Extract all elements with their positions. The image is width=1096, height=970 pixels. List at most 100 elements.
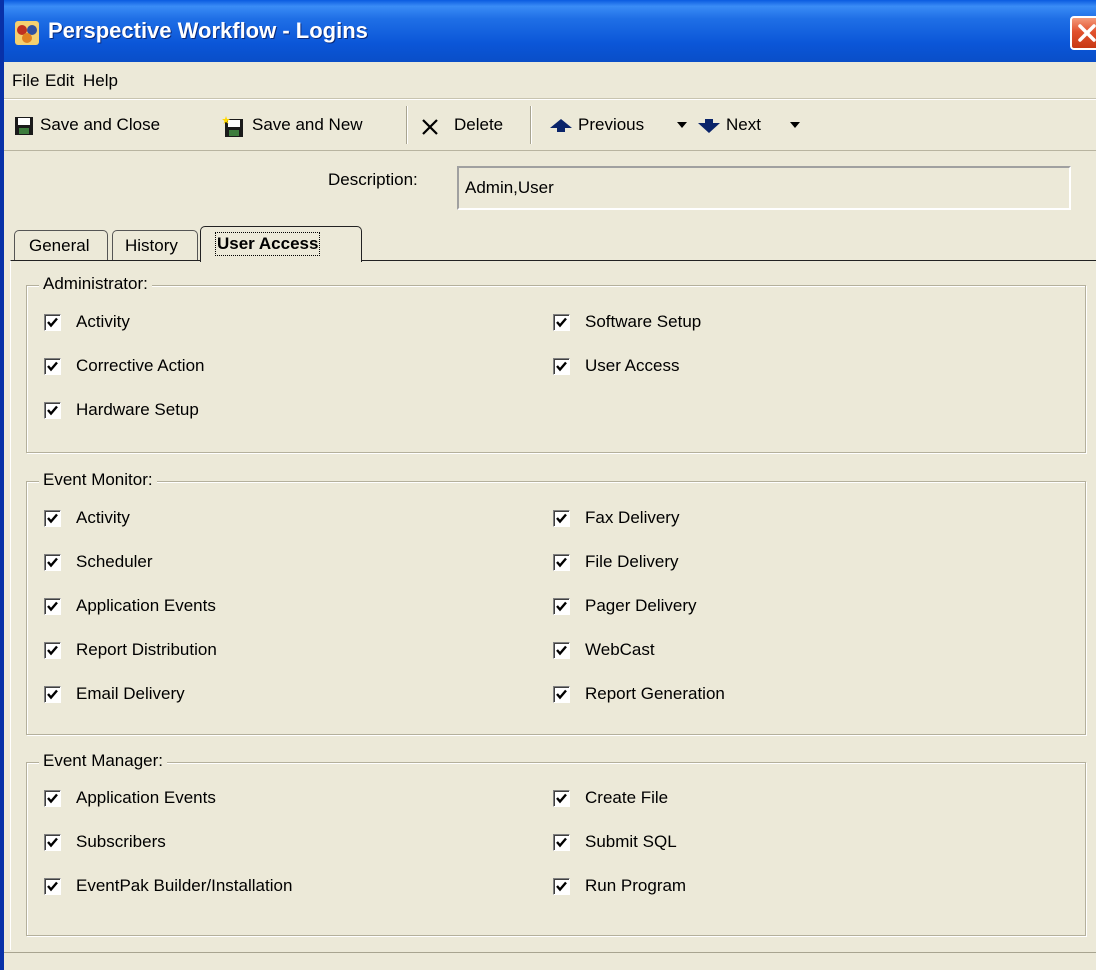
checkbox-label: Report Distribution	[76, 640, 217, 659]
next-button[interactable]: Next	[726, 115, 761, 135]
checkbox-box[interactable]	[553, 598, 570, 615]
menu-help[interactable]: Help	[83, 71, 118, 91]
status-bar	[4, 952, 1096, 970]
description-label: Description:	[328, 170, 418, 189]
dropdown-caret-icon[interactable]	[790, 122, 800, 130]
checkbox-box[interactable]	[44, 834, 61, 851]
checkbox-box[interactable]	[44, 510, 61, 527]
checkbox-label: Submit SQL	[585, 832, 677, 851]
checkbox-label: Create File	[585, 788, 669, 807]
checkmark-icon	[556, 689, 567, 700]
checkbox-box[interactable]	[44, 790, 61, 807]
window-title: Perspective Workflow - Logins	[48, 18, 368, 43]
checkbox-box[interactable]	[44, 402, 61, 419]
title-bar[interactable]: Perspective Workflow - Logins	[0, 0, 1096, 62]
checkmark-icon	[47, 557, 58, 568]
checkbox-label: Report Generation	[585, 684, 725, 703]
dropdown-caret-icon[interactable]	[677, 122, 687, 130]
tab-user-access[interactable]: User Access	[200, 226, 362, 262]
checkmark-icon	[47, 601, 58, 612]
description-field[interactable]: Admin,User	[457, 166, 1071, 210]
checkbox-label: Email Delivery	[76, 684, 185, 703]
checkbox-box[interactable]	[553, 834, 570, 851]
group-title: Administrator:	[39, 274, 152, 294]
tab-label: General	[29, 236, 90, 255]
checkbox-label: Activity	[76, 312, 130, 331]
checkbox-box[interactable]	[553, 790, 570, 807]
checkmark-icon	[47, 689, 58, 700]
save-and-close-button[interactable]: Save and Close	[40, 115, 160, 135]
menu-edit[interactable]: Edit	[45, 71, 74, 91]
floppy-save-icon	[15, 117, 33, 135]
checkbox-box[interactable]	[44, 878, 61, 895]
toolbar: Save and Close Save and New Delete Previ…	[4, 99, 1096, 151]
delete-x-icon	[422, 119, 438, 135]
checkbox-box[interactable]	[44, 686, 61, 703]
tab-history[interactable]: History	[112, 230, 198, 260]
tab-general[interactable]: General	[14, 230, 108, 260]
checkmark-icon	[47, 513, 58, 524]
close-button[interactable]	[1070, 16, 1096, 50]
checkbox-label: Fax Delivery	[585, 508, 680, 527]
checkmark-icon	[47, 361, 58, 372]
checkbox-box[interactable]	[553, 642, 570, 659]
checkmark-icon	[556, 601, 567, 612]
checkmark-icon	[556, 317, 567, 328]
checkmark-icon	[556, 881, 567, 892]
delete-button[interactable]: Delete	[454, 115, 503, 135]
checkbox-label: User Access	[585, 356, 680, 375]
group-title: Event Monitor:	[39, 470, 157, 490]
checkbox-box[interactable]	[44, 554, 61, 571]
checkmark-icon	[47, 317, 58, 328]
checkbox-box[interactable]	[553, 510, 570, 527]
close-icon	[1078, 24, 1096, 42]
checkmark-icon	[556, 793, 567, 804]
checkbox-box[interactable]	[553, 314, 570, 331]
menu-file[interactable]: File	[12, 71, 39, 91]
checkbox-label: Pager Delivery	[585, 596, 697, 615]
checkbox-label: WebCast	[585, 640, 655, 659]
checkbox-label: Application Events	[76, 788, 216, 807]
checkmark-icon	[47, 645, 58, 656]
checkbox-box[interactable]	[44, 314, 61, 331]
logins-window: Perspective Workflow - Logins File Edit …	[0, 0, 1096, 970]
checkmark-icon	[47, 793, 58, 804]
down-arrow-icon	[698, 119, 720, 133]
checkbox-box[interactable]	[553, 358, 570, 375]
checkbox-box[interactable]	[553, 554, 570, 571]
checkbox-label: EventPak Builder/Installation	[76, 876, 293, 895]
checkmark-icon	[556, 837, 567, 848]
floppy-new-icon	[222, 116, 243, 137]
checkbox-label: Scheduler	[76, 552, 153, 571]
group-title: Event Manager:	[39, 751, 168, 771]
up-arrow-icon	[550, 119, 572, 132]
checkbox-label: Hardware Setup	[76, 400, 199, 419]
checkbox-label: Subscribers	[76, 832, 166, 851]
checkbox-box[interactable]	[553, 878, 570, 895]
checkmark-icon	[47, 881, 58, 892]
checkbox-box[interactable]	[44, 642, 61, 659]
checkbox-label: File Delivery	[585, 552, 679, 571]
toolbar-separator	[406, 106, 408, 144]
checkbox-label: Software Setup	[585, 312, 702, 331]
app-icon	[15, 21, 39, 45]
save-and-new-button[interactable]: Save and New	[252, 115, 363, 135]
checkbox-label: Run Program	[585, 876, 687, 895]
checkbox-box[interactable]	[553, 686, 570, 703]
checkmark-icon	[47, 405, 58, 416]
checkbox-label: Application Events	[76, 596, 216, 615]
description-value: Admin,User	[465, 178, 554, 197]
toolbar-separator	[530, 106, 532, 144]
checkbox-box[interactable]	[44, 358, 61, 375]
checkbox-label: Activity	[76, 508, 130, 527]
tab-label: History	[125, 236, 178, 255]
previous-button[interactable]: Previous	[578, 115, 644, 135]
checkmark-icon	[47, 837, 58, 848]
checkbox-box[interactable]	[44, 598, 61, 615]
checkmark-icon	[556, 557, 567, 568]
checkbox-label: Corrective Action	[76, 356, 205, 375]
checkmark-icon	[556, 361, 567, 372]
window-border	[0, 62, 4, 970]
menu-bar: File Edit Help	[4, 62, 1096, 99]
checkmark-icon	[556, 513, 567, 524]
